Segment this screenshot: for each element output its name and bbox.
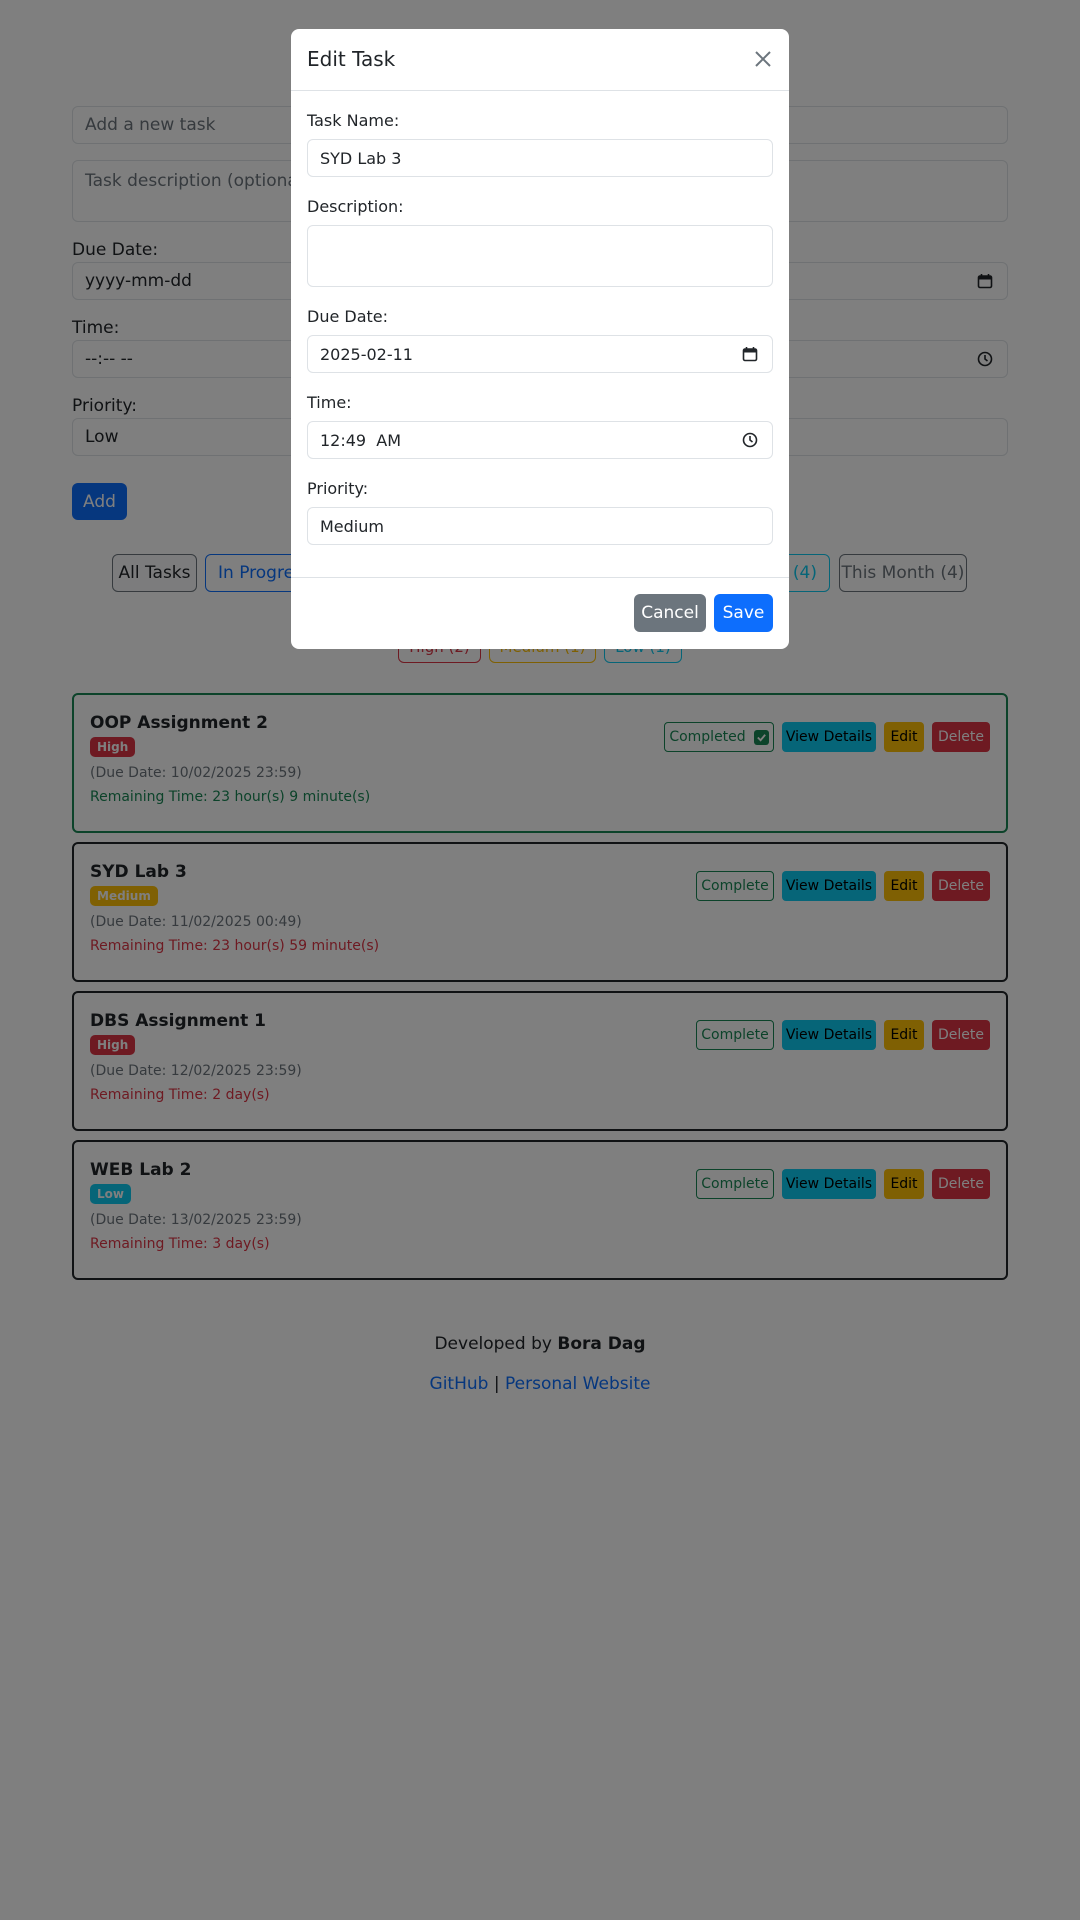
- modal-task-name-value: SYD Lab 3: [320, 148, 402, 168]
- modal-footer: Cancel Save: [291, 577, 789, 649]
- clock-icon[interactable]: [742, 432, 758, 448]
- task-name-label: Task Name:: [307, 111, 400, 130]
- close-icon[interactable]: [751, 47, 775, 71]
- save-button[interactable]: Save: [714, 594, 773, 632]
- modal-task-name-input[interactable]: SYD Lab 3: [307, 139, 773, 177]
- modal-due-date-value: 2025-02-11: [320, 344, 413, 364]
- modal-priority-select[interactable]: Medium: [307, 507, 773, 545]
- modal-time-input[interactable]: 12:49 AM: [307, 421, 773, 459]
- description-label: Description:: [307, 197, 404, 216]
- modal-time-label: Time:: [307, 393, 352, 412]
- edit-task-modal: Edit Task Task Name: SYD Lab 3 Descripti…: [291, 29, 789, 649]
- modal-time-value: 12:49 AM: [320, 430, 402, 450]
- cancel-button[interactable]: Cancel: [634, 594, 706, 632]
- calendar-icon[interactable]: [742, 346, 758, 362]
- modal-due-date-label: Due Date:: [307, 307, 389, 326]
- modal-description-input[interactable]: [307, 225, 773, 287]
- modal-header: Edit Task: [291, 29, 789, 91]
- modal-priority-label: Priority:: [307, 479, 369, 498]
- modal-due-date-input[interactable]: 2025-02-11: [307, 335, 773, 373]
- modal-priority-value: Medium: [320, 516, 384, 536]
- modal-title: Edit Task: [307, 47, 396, 71]
